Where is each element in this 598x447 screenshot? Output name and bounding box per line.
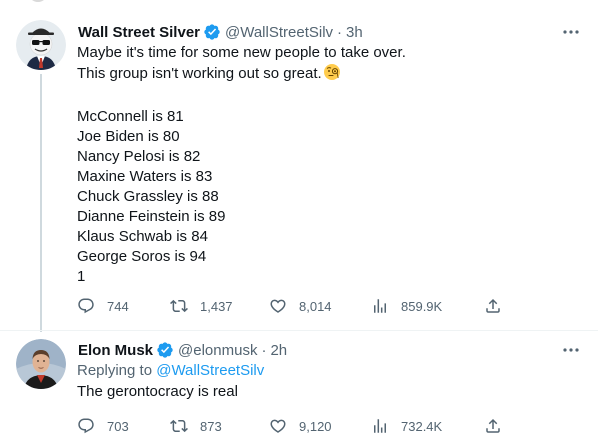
author-handle[interactable]: @elonmusk [178, 342, 257, 359]
tweet-line [77, 87, 558, 107]
views-button[interactable]: 732.4K [371, 416, 442, 436]
tweet-line: Klaus Schwab is 84 [77, 228, 208, 245]
tweet-wallstreetsilver[interactable]: Wall Street Silver @WallStreetSilv · 3h … [0, 0, 598, 332]
header-separator: · [261, 341, 267, 359]
header-separator: · [337, 23, 343, 41]
tweet-header: Wall Street Silver @WallStreetSilv · 3h [78, 22, 558, 42]
replying-handle-link[interactable]: @WallStreetSilv [156, 362, 264, 379]
retweet-icon [170, 297, 188, 315]
monocle-face-icon [323, 63, 341, 87]
tweet-line: Joe Biden is 80 [77, 128, 180, 145]
verified-badge-icon[interactable] [156, 341, 174, 359]
timeline: Wall Street Silver @WallStreetSilv · 3h … [0, 0, 598, 447]
more-dots-icon[interactable] [560, 340, 582, 360]
tweet-timestamp[interactable]: 3h [346, 24, 363, 41]
retweet-button[interactable]: 1,437 [170, 296, 233, 316]
share-button[interactable] [484, 416, 502, 436]
reply-count: 703 [107, 418, 129, 434]
tweet-actions: 703 873 9,120 732.4K [77, 416, 517, 436]
view-count: 732.4K [401, 418, 443, 434]
author-name[interactable]: Wall Street Silver [78, 24, 200, 41]
reply-button[interactable]: 703 [77, 416, 129, 436]
avatar-elonmusk[interactable] [16, 339, 66, 389]
views-button[interactable]: 859.9K [371, 296, 442, 316]
tweet-line-text: This group isn't working out so great. [77, 65, 322, 82]
tweet-line: 1 [77, 268, 86, 285]
retweet-icon [170, 417, 188, 435]
tweet-elonmusk[interactable]: Elon Musk @elonmusk · 2h Replying to @Wa… [0, 330, 598, 447]
tweet-text: The gerontocracy is real [77, 382, 558, 402]
tweet-line: McConnell is 81 [77, 108, 184, 125]
reply-button[interactable]: 744 [77, 296, 129, 316]
retweet-button[interactable]: 873 [170, 416, 222, 436]
tweet-header: Elon Musk @elonmusk · 2h [78, 340, 558, 360]
tweet-text: Maybe it's time for some new people to t… [77, 43, 558, 287]
reply-count: 744 [107, 298, 129, 314]
reply-icon [77, 297, 95, 315]
tweet-line: Chuck Grassley is 88 [77, 188, 219, 205]
share-button[interactable] [484, 296, 502, 316]
tweet-line: Nancy Pelosi is 82 [77, 148, 201, 165]
like-icon [269, 417, 287, 435]
tweet-line: Maxine Waters is 83 [77, 168, 213, 185]
like-button[interactable]: 8,014 [269, 296, 332, 316]
share-icon [484, 297, 502, 315]
tweet-line: George Soros is 94 [77, 248, 207, 265]
replying-prefix: Replying to [77, 362, 153, 379]
view-count: 859.9K [401, 298, 443, 314]
tweet-timestamp[interactable]: 2h [270, 342, 287, 359]
tweet-line: The gerontocracy is real [77, 383, 238, 400]
replying-to: Replying to @WallStreetSilv [77, 361, 264, 381]
like-icon [269, 297, 287, 315]
retweet-count: 1,437 [200, 298, 233, 314]
share-icon [484, 417, 502, 435]
tweet-actions: 744 1,437 8,014 859.9K [77, 296, 517, 316]
like-count: 8,014 [299, 298, 332, 314]
reply-icon [77, 417, 95, 435]
tweet-line-with-emoji: This group isn't working out so great. [77, 63, 558, 87]
thread-connector [40, 74, 42, 332]
tweet-line: Maybe it's time for some new people to t… [77, 44, 406, 61]
avatar-wallstreetsilver[interactable] [16, 20, 66, 70]
author-handle[interactable]: @WallStreetSilv [225, 24, 333, 41]
retweet-count: 873 [200, 418, 222, 434]
author-name[interactable]: Elon Musk [78, 342, 153, 359]
like-count: 9,120 [299, 418, 332, 434]
views-icon [371, 297, 389, 315]
like-button[interactable]: 9,120 [269, 416, 332, 436]
more-dots-icon[interactable] [560, 22, 582, 42]
verified-badge-icon[interactable] [203, 23, 221, 41]
tweet-line: Dianne Feinstein is 89 [77, 208, 226, 225]
views-icon [371, 417, 389, 435]
